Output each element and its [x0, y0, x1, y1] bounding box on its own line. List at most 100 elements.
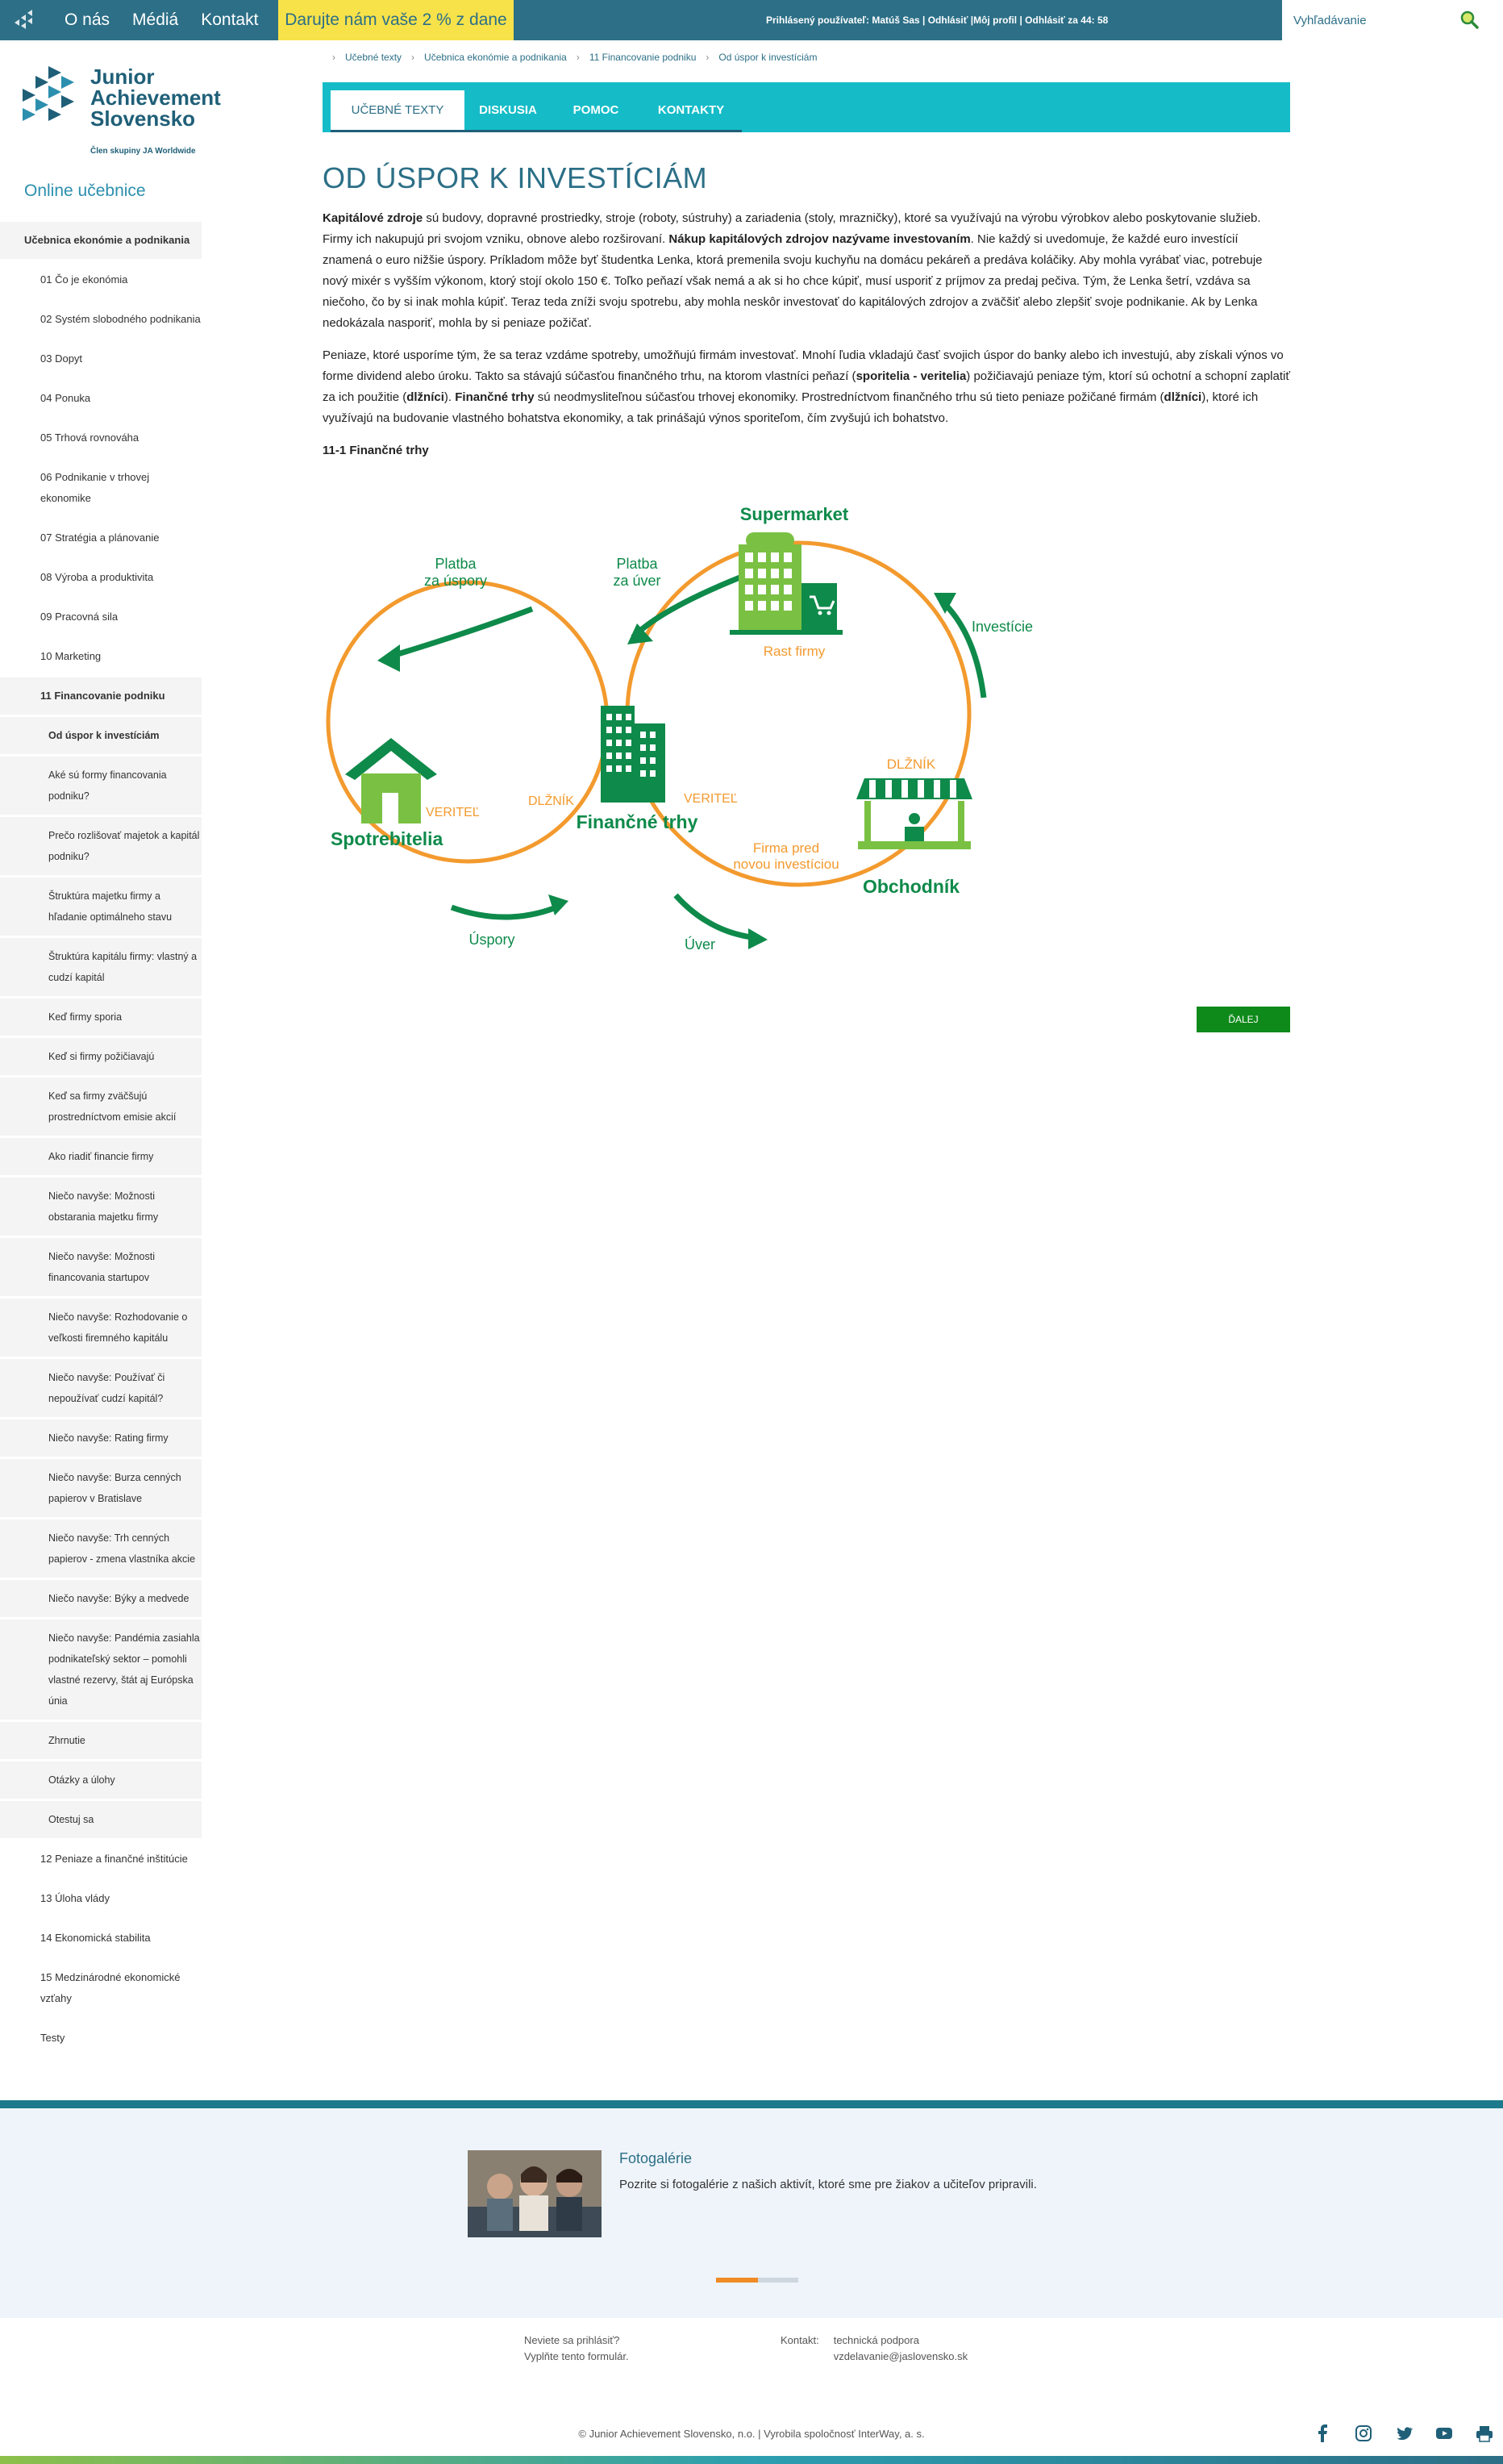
social-links [1314, 2424, 1503, 2442]
sidebar-subsection[interactable]: Prečo rozlišovať majetok a kapitál podni… [0, 817, 202, 878]
sidebar-chapter[interactable]: 05 Trhová rovnováha [0, 419, 202, 459]
nav-media-link[interactable]: Médiá [132, 10, 178, 30]
figure-caption: 11-1 Finančné trhy [323, 444, 429, 457]
sidebar-subsection[interactable]: Keď si firmy požičiavajú [0, 1038, 202, 1078]
user-session-info[interactable]: Prihlásený používateľ: Matúš Sas | Odhlá… [766, 0, 1108, 40]
nav-contact-link[interactable]: Kontakt [201, 10, 258, 30]
search-icon[interactable] [1459, 10, 1479, 29]
sidebar-chapter[interactable]: 09 Pracovná sila [0, 598, 202, 638]
top-nav: O nás Médiá Kontakt [65, 0, 281, 40]
supermarket-icon [730, 532, 843, 635]
print-icon[interactable] [1476, 2424, 1493, 2442]
label-debtor-mid: DLŽNÍK [528, 793, 574, 808]
brand-name: Junior Achievement Slovensko [90, 65, 221, 131]
sidebar-subsection[interactable]: Otestuj sa [0, 1801, 202, 1841]
search-input[interactable] [1293, 13, 1455, 27]
sidebar-subsection[interactable]: Keď firmy sporia [0, 999, 202, 1038]
article-body: Kapitálové zdroje sú budovy, dopravné pr… [323, 208, 1290, 461]
sidebar-chapter[interactable]: 12 Peniaze a finančné inštitúcie [0, 1841, 202, 1880]
donate-banner[interactable]: Darujte nám vaše 2 % z dane [278, 0, 514, 40]
sidebar-subsection[interactable]: Štruktúra kapitálu firmy: vlastný a cudz… [0, 938, 202, 999]
sidebar-tests[interactable]: Testy [0, 2020, 202, 2059]
gallery-section: Fotogalérie Pozrite si fotogalérie z naš… [0, 2108, 1503, 2318]
sidebar-chapter[interactable]: 07 Stratégia a plánovanie [0, 519, 202, 559]
sidebar-subsection[interactable]: Zhrnutie [0, 1722, 202, 1761]
carousel-indicator[interactable] [716, 2278, 798, 2283]
label-merchant: Obchodník [863, 876, 960, 897]
sidebar-chapter[interactable]: 08 Výroba a produktivita [0, 559, 202, 598]
login-help: Neviete sa prihlásiť? Vyplňte tento form… [524, 2333, 629, 2365]
gallery-photo[interactable] [468, 2150, 602, 2237]
gallery-title[interactable]: Fotogalérie [619, 2150, 692, 2167]
tab-help[interactable]: POMOC [552, 90, 640, 132]
footer-contact: Kontakt: technická podpora vzdelavanie@j… [781, 2333, 968, 2365]
chevron-right-icon: › [411, 52, 415, 63]
sidebar-chapter[interactable]: 14 Ekonomická stabilita [0, 1920, 202, 1959]
breadcrumb-current: Od úspor k investíciám [718, 52, 818, 63]
sidebar-subsection[interactable]: Niečo navyše: Trh cenných papierov - zme… [0, 1520, 202, 1580]
sidebar-chapter-active[interactable]: 11 Financovanie podniku [0, 677, 202, 717]
sidebar-chapter[interactable]: 10 Marketing [0, 638, 202, 677]
contact-label: Kontakt: [781, 2334, 819, 2346]
sidebar-subsection[interactable]: Aké sú formy financovania podniku? [0, 757, 202, 817]
financial-markets-diagram: Supermarket Rast firmy Platba za úspory … [326, 504, 1033, 953]
sidebar-subsection[interactable]: Niečo navyše: Rating firmy [0, 1420, 202, 1459]
sidebar-subsection[interactable]: Niečo navyše: Možnosti financovania star… [0, 1238, 202, 1299]
sidebar-book[interactable]: Učebnica ekonómie a podnikania [0, 222, 202, 261]
login-help-form-link[interactable]: Vyplňte tento formulár. [524, 2349, 629, 2365]
label-supermarket: Supermarket [740, 504, 849, 524]
label-payment-savings-2: za úspory [424, 573, 487, 589]
sidebar-subsection[interactable]: Niečo navyše: Používať či nepoužívať cud… [0, 1359, 202, 1420]
sidebar-subsection[interactable]: Ako riadiť financie firmy [0, 1138, 202, 1178]
youtube-icon[interactable] [1435, 2424, 1453, 2442]
sidebar-subsection-current[interactable]: Od úspor k investíciám [0, 717, 202, 757]
sidebar-subsection[interactable]: Štruktúra majetku firmy a hľadanie optim… [0, 878, 202, 938]
arrow-savings-icon [450, 894, 568, 920]
top-bar: O nás Médiá Kontakt Darujte nám vaše 2 %… [0, 0, 1503, 40]
sidebar-subsection[interactable]: Niečo navyše: Možnosti obstarania majetk… [0, 1178, 202, 1238]
tab-textbook[interactable]: UČEBNÉ TEXTY [331, 90, 464, 132]
financial-markets-building-icon [601, 706, 665, 803]
breadcrumb-item[interactable]: Učebné texty [345, 52, 402, 63]
shop-icon [856, 778, 972, 849]
label-loan: Úver [685, 936, 715, 953]
sidebar-title[interactable]: Online učebnice [0, 173, 202, 222]
nav-about-link[interactable]: O nás [65, 10, 110, 30]
sidebar-subsection[interactable]: Niečo navyše: Pandémia zasiahla podnikat… [0, 1620, 202, 1722]
sidebar-chapter[interactable]: 02 Systém slobodného podnikania [0, 301, 202, 340]
label-company-before-2: novou investíciou [733, 857, 839, 872]
tab-contacts[interactable]: KONTAKTY [640, 90, 742, 132]
brand-logo[interactable]: Junior Achievement Slovensko Člen skupin… [16, 56, 234, 161]
carousel-indicator-active[interactable] [716, 2278, 758, 2283]
chevron-right-icon: › [706, 52, 710, 63]
label-savings: Úspory [468, 931, 514, 948]
sidebar-subsection[interactable]: Keď sa firmy zväčšujú prostredníctvom em… [0, 1078, 202, 1138]
sidebar-chapter[interactable]: 03 Dopyt [0, 340, 202, 380]
tab-discussion[interactable]: DISKUSIA [464, 90, 552, 132]
facebook-icon[interactable] [1314, 2424, 1332, 2442]
breadcrumb-item[interactable]: Učebnica ekonómie a podnikania [424, 52, 567, 63]
sidebar-subsection[interactable]: Otázky a úlohy [0, 1761, 202, 1801]
next-button[interactable]: ĎALEJ [1197, 1007, 1290, 1032]
twitter-icon[interactable] [1395, 2424, 1413, 2442]
sidebar-chapter[interactable]: 15 Medzinárodné ekonomické vzťahy [0, 1959, 202, 2020]
label-financial-markets: Finančné trhy [577, 811, 698, 832]
sidebar-menu: Učebnica ekonómie a podnikania 01 Čo je … [0, 222, 202, 2059]
arrow-payment-savings-icon [377, 606, 534, 672]
article-paragraph: Peniaze, ktoré usporíme tým, že sa teraz… [323, 348, 1290, 425]
ja-logo-icon [23, 66, 74, 121]
sidebar-subsection[interactable]: Niečo navyše: Rozhodovanie o veľkosti fi… [0, 1299, 202, 1359]
sidebar-subsection[interactable]: Niečo navyše: Býky a medvede [0, 1580, 202, 1620]
sidebar-chapter[interactable]: 06 Podnikanie v trhovej ekonomike [0, 459, 202, 519]
sidebar-chapter[interactable]: 13 Úloha vlády [0, 1880, 202, 1920]
sidebar-chapter[interactable]: 01 Čo je ekonómia [0, 261, 202, 301]
breadcrumb-item[interactable]: 11 Financovanie podniku [589, 52, 697, 63]
bottom-color-strip [0, 2456, 1503, 2464]
instagram-icon[interactable] [1355, 2424, 1372, 2442]
sidebar-chapter[interactable]: 04 Ponuka [0, 380, 202, 419]
label-company-growth: Rast firmy [764, 644, 826, 659]
sidebar-subsection[interactable]: Niečo navyše: Burza cenných papierov v B… [0, 1459, 202, 1520]
contact-email-link[interactable]: vzdelavanie@jaslovensko.sk [834, 2349, 968, 2365]
people-photo-icon [468, 2150, 602, 2237]
ja-logo-small-icon[interactable] [11, 6, 40, 34]
